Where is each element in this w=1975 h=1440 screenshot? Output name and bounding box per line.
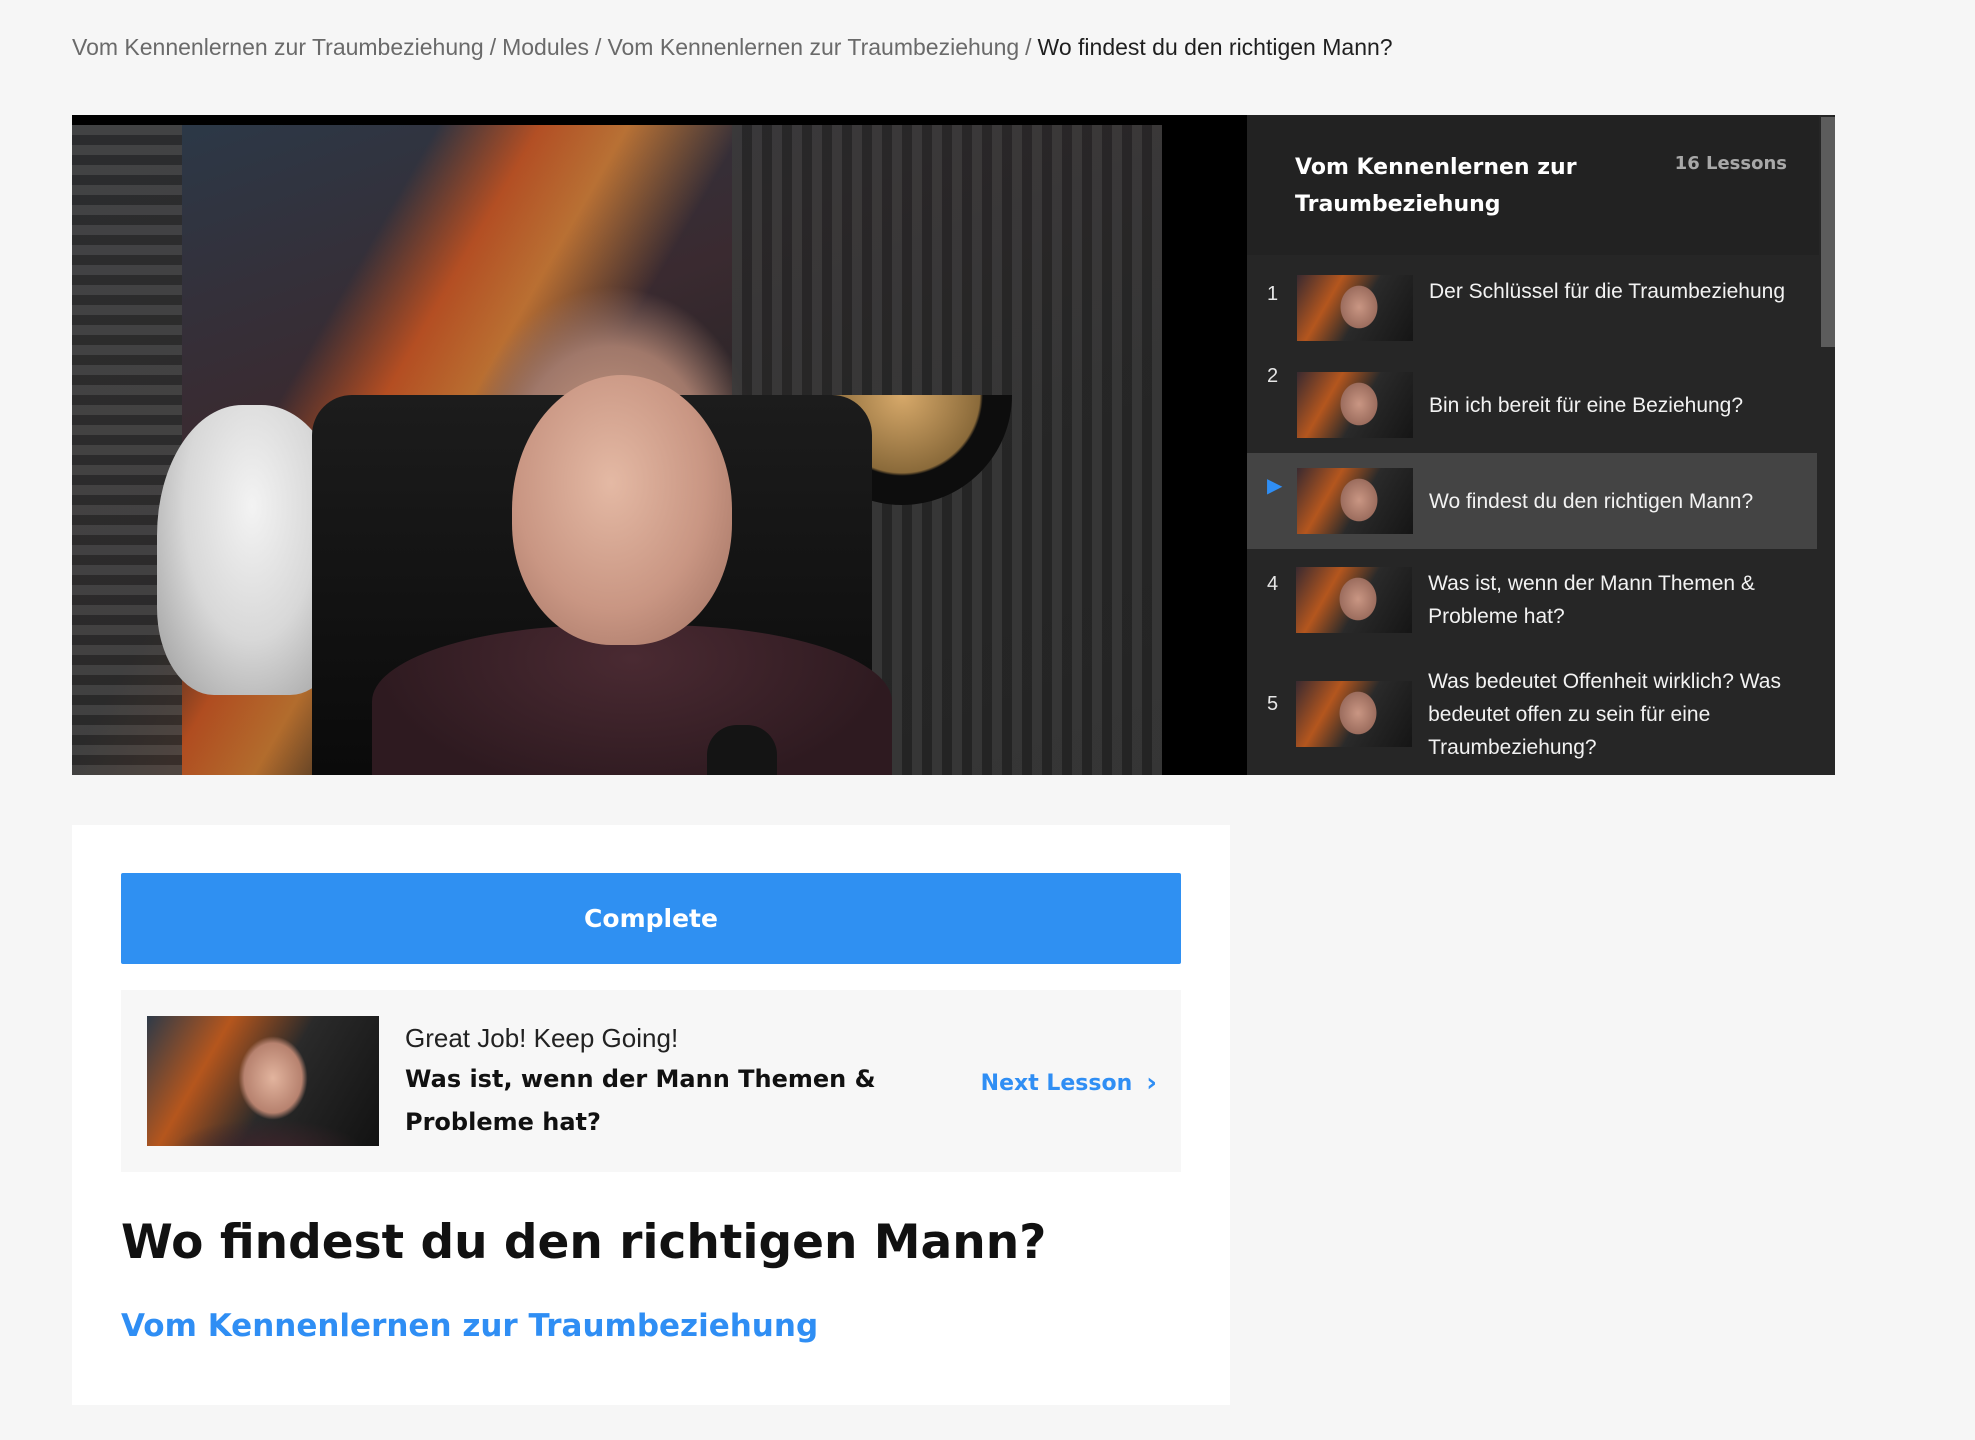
- playlist-title: Vom Kennenlernen zur Traumbeziehung: [1295, 155, 1577, 217]
- playlist-header: Vom Kennenlernen zur Traumbeziehung 16 L…: [1247, 115, 1835, 255]
- lesson-playlist: Vom Kennenlernen zur Traumbeziehung 16 L…: [1247, 115, 1835, 775]
- lesson-thumbnail: [1297, 275, 1413, 341]
- breadcrumb: Vom Kennenlernen zur Traumbeziehung / Modu…: [72, 34, 1393, 61]
- playlist-scrollbar[interactable]: [1819, 115, 1835, 775]
- lesson-title: Was ist, wenn der Mann Themen & Probleme…: [1428, 572, 1755, 628]
- video-player[interactable]: [72, 115, 1247, 775]
- complete-button[interactable]: Complete: [121, 873, 1181, 964]
- playlist-item[interactable]: 1 Der Schlüssel für die Traumbeziehung: [1247, 255, 1817, 357]
- next-lesson-thumbnail[interactable]: [147, 1016, 379, 1146]
- lesson-heading: Wo findest du den richtigen Mann?: [121, 1215, 1047, 1270]
- lesson-title: Wo findest du den richtigen Mann?: [1429, 489, 1754, 513]
- encouragement-text: Great Job! Keep Going!: [405, 1023, 679, 1053]
- lesson-thumbnail: [1296, 567, 1413, 633]
- breadcrumb-separator: /: [1025, 34, 1032, 60]
- lesson-thumbnail: [1297, 372, 1413, 438]
- playlist-item[interactable]: 4 Was ist, wenn der Mann Themen & Proble…: [1247, 549, 1817, 651]
- breadcrumb-separator: /: [489, 34, 497, 60]
- lesson-count: 16 Lessons: [1674, 153, 1787, 174]
- playlist-item[interactable]: 5 Was bedeutet Offenheit wirklich? Was b…: [1247, 651, 1817, 775]
- lesson-number: 5: [1267, 693, 1279, 715]
- playlist-item[interactable]: 2 Bin ich bereit für eine Beziehung?: [1247, 357, 1817, 453]
- lesson-player: Vom Kennenlernen zur Traumbeziehung 16 L…: [72, 115, 1835, 775]
- lesson-content-card: Complete Great Job! Keep Going! Was ist,…: [72, 825, 1230, 1405]
- lesson-thumbnail: [1296, 681, 1413, 747]
- breadcrumb-modules[interactable]: Modules: [502, 34, 589, 60]
- video-frame-image: [72, 125, 1162, 775]
- scrollbar-thumb[interactable]: [1821, 117, 1835, 347]
- breadcrumb-module[interactable]: Vom Kennenlernen zur Traumbeziehung: [607, 34, 1019, 60]
- breadcrumb-current: Wo findest du den richtigen Mann?: [1037, 34, 1393, 60]
- playlist-item-active[interactable]: ▶ Wo findest du den richtigen Mann?: [1247, 453, 1817, 549]
- lesson-thumbnail: [1297, 468, 1413, 534]
- lesson-number: 2: [1267, 365, 1279, 387]
- lesson-number: 4: [1267, 573, 1279, 595]
- lesson-title: Der Schlüssel für die Traumbeziehung: [1429, 280, 1786, 303]
- breadcrumb-course[interactable]: Vom Kennenlernen zur Traumbeziehung: [72, 34, 484, 60]
- next-lesson-button[interactable]: Next Lesson ›: [981, 1068, 1157, 1098]
- next-lesson-label: Next Lesson: [980, 1070, 1133, 1096]
- microphone: [707, 725, 777, 775]
- next-lesson-title: Was ist, wenn der Mann Themen & Probleme…: [405, 1065, 876, 1136]
- now-playing-icon: ▶: [1267, 475, 1283, 497]
- presenter-body: [372, 625, 892, 775]
- lesson-number: 1: [1267, 283, 1279, 305]
- next-lesson-box: Great Job! Keep Going! Was ist, wenn der…: [121, 990, 1181, 1172]
- lesson-title: Was bedeutet Offenheit wirklich? Was bed…: [1428, 669, 1781, 759]
- next-lesson-text: Great Job! Keep Going! Was ist, wenn der…: [405, 1018, 905, 1144]
- presenter-head: [512, 375, 732, 645]
- lesson-title: Bin ich bereit für eine Beziehung?: [1429, 393, 1744, 417]
- breadcrumb-separator: /: [595, 34, 602, 60]
- acoustic-foam: [72, 125, 182, 775]
- chevron-right-icon: ›: [1146, 1068, 1157, 1098]
- course-link[interactable]: Vom Kennenlernen zur Traumbeziehung: [121, 1308, 818, 1344]
